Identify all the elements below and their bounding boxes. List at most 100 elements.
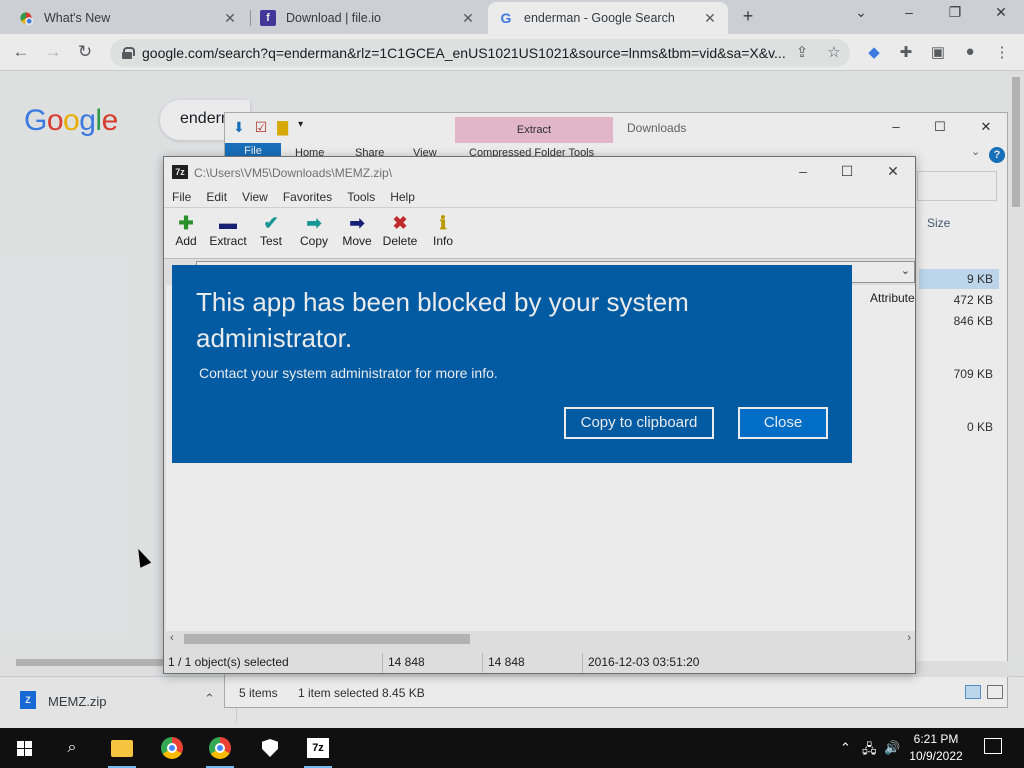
column-header-attributes[interactable]: Attribute <box>870 291 915 305</box>
chevron-down-icon[interactable]: ⌄ <box>901 264 910 277</box>
explorer-status-bar: 5 items 1 item selected 8.45 KB <box>225 679 1007 707</box>
file-size-cell[interactable]: 472 KB <box>919 290 999 310</box>
chevron-up-icon[interactable]: ⌃ <box>204 691 215 707</box>
network-icon[interactable]: 🖧 <box>862 740 877 762</box>
scrollbar-thumb[interactable] <box>184 634 470 644</box>
explorer-search-box[interactable] <box>917 171 997 201</box>
tool-label: Move <box>342 234 372 248</box>
qa-dropdown-icon[interactable]: ▾ <box>298 119 303 136</box>
sevenzip-horizontal-scrollbar[interactable]: ‹ › <box>166 631 915 647</box>
move-button[interactable]: ➡ Move <box>335 212 379 248</box>
extensions-puzzle-icon[interactable]: ✚ <box>896 43 916 61</box>
new-tab-button[interactable]: + <box>738 6 758 27</box>
close-button[interactable]: Close <box>738 407 828 439</box>
address-bar[interactable]: google.com/search?q=enderman&rlz=1C1GCEA… <box>110 39 850 67</box>
tab-close-icon[interactable]: ✕ <box>222 10 238 27</box>
browser-toolbar: ← → ↻ google.com/search?q=enderman&rlz=1… <box>0 34 1024 71</box>
forward-arrow-icon[interactable]: → <box>42 42 64 62</box>
reload-icon[interactable]: ↻ <box>74 42 96 62</box>
scroll-right-icon[interactable]: › <box>907 632 911 644</box>
menu-help[interactable]: Help <box>390 190 415 204</box>
tab-whats-new[interactable]: What's New ✕ <box>8 2 248 34</box>
extract-context-tab[interactable]: Extract <box>455 117 613 143</box>
windows-taskbar: ⌕ 7z ⌃ 🖧 🔊 6:21 PM 10/9/2022 <box>0 728 1024 768</box>
large-icons-view-icon[interactable] <box>987 685 1003 699</box>
tab-close-icon[interactable]: ✕ <box>460 10 476 27</box>
show-hidden-icons-icon[interactable]: ⌃ <box>840 740 851 756</box>
chrome-icon <box>161 737 183 759</box>
tab-fileio[interactable]: f Download | file.io ✕ <box>250 2 486 34</box>
start-button[interactable] <box>0 728 48 768</box>
close-window-button[interactable]: ✕ <box>971 119 1001 135</box>
delete-button[interactable]: ✖ Delete <box>378 212 422 248</box>
google-logo[interactable]: Google <box>24 104 118 138</box>
side-panel-icon[interactable]: ▣ <box>928 43 948 61</box>
sevenzip-status-bar: 1 / 1 object(s) selected 14 848 14 848 2… <box>164 653 915 673</box>
tab-search-icon[interactable]: ⌄ <box>846 4 876 21</box>
share-icon[interactable]: ⇪ <box>792 43 812 61</box>
test-checkmark-icon: ✔ <box>263 213 279 233</box>
sevenzip-menubar: File Edit View Favorites Tools Help <box>164 187 915 207</box>
tab-close-icon[interactable]: ✕ <box>702 10 718 27</box>
notification-center-icon[interactable] <box>984 738 1002 754</box>
copy-to-clipboard-button[interactable]: Copy to clipboard <box>564 407 714 439</box>
status-modified: 2016-12-03 03:51:20 <box>588 655 700 669</box>
profile-avatar-icon[interactable]: ● <box>960 43 980 60</box>
tab-title: Download | file.io <box>286 11 381 25</box>
file-size-cell[interactable]: 9 KB <box>919 269 999 289</box>
back-arrow-icon[interactable]: ← <box>10 42 32 62</box>
taskbar-chrome[interactable] <box>148 728 196 768</box>
clock-time: 6:21 PM <box>913 732 959 746</box>
google-icon: G <box>500 10 512 26</box>
download-item-name[interactable]: MEMZ.zip <box>48 694 107 709</box>
maximize-button[interactable]: ☐ <box>925 119 955 135</box>
details-view-icon[interactable] <box>965 685 981 699</box>
extension-icon[interactable]: ◆ <box>864 43 884 61</box>
scrollbar-thumb[interactable] <box>16 659 166 666</box>
add-button[interactable]: ✚ Add <box>164 212 208 248</box>
minimize-button[interactable]: – <box>894 4 924 20</box>
menu-favorites[interactable]: Favorites <box>283 190 332 204</box>
menu-edit[interactable]: Edit <box>206 190 227 204</box>
scroll-left-icon[interactable]: ‹ <box>170 632 174 644</box>
maximize-button[interactable]: ☐ <box>830 163 864 180</box>
download-arrow-icon[interactable]: ⬇ <box>233 119 245 136</box>
close-window-button[interactable]: ✕ <box>986 4 1016 21</box>
close-window-button[interactable]: ✕ <box>876 163 910 180</box>
ribbon-expand-icon[interactable]: ⌄ <box>971 145 980 158</box>
tool-label: Test <box>259 234 282 248</box>
column-header-size[interactable]: Size <box>927 216 950 230</box>
menu-kebab-icon[interactable]: ⋮ <box>992 43 1012 61</box>
scrollbar-thumb[interactable] <box>1012 77 1020 207</box>
logo-letter: g <box>79 104 96 137</box>
taskbar-7zip[interactable]: 7z <box>294 728 342 768</box>
extract-button[interactable]: ▬ Extract <box>206 212 250 248</box>
taskbar-security[interactable] <box>246 728 294 768</box>
minimize-button[interactable]: – <box>786 163 820 179</box>
menu-tools[interactable]: Tools <box>347 190 375 204</box>
divider <box>482 653 483 673</box>
search-icon[interactable]: ⌕ <box>48 728 96 768</box>
chrome-icon <box>18 10 34 26</box>
restore-button[interactable]: ❐ <box>940 4 970 21</box>
page-scrollbar[interactable] <box>1008 71 1024 656</box>
bookmark-star-icon[interactable]: ☆ <box>824 43 844 61</box>
help-icon[interactable]: ? <box>989 147 1005 163</box>
logo-letter: G <box>24 104 47 137</box>
taskbar-file-explorer[interactable] <box>98 728 146 768</box>
file-size-cell[interactable]: 709 KB <box>919 364 999 384</box>
tab-google-search[interactable]: G enderman - Google Search ✕ <box>488 2 728 34</box>
copy-button[interactable]: ➡ Copy <box>292 212 336 248</box>
minimize-button[interactable]: – <box>881 119 911 134</box>
taskbar-chrome-open[interactable] <box>196 728 244 768</box>
file-size-cell[interactable]: 0 KB <box>919 417 999 437</box>
menu-file[interactable]: File <box>172 190 191 204</box>
taskbar-clock[interactable]: 6:21 PM 10/9/2022 <box>896 731 976 765</box>
menu-view[interactable]: View <box>242 190 268 204</box>
test-button[interactable]: ✔ Test <box>249 212 293 248</box>
folder-icon[interactable]: ▇ <box>277 119 288 136</box>
info-button[interactable]: ℹ Info <box>421 212 465 248</box>
file-size-cell[interactable]: 846 KB <box>919 311 999 331</box>
properties-icon[interactable]: ☑ <box>255 119 268 136</box>
tab-title: enderman - Google Search <box>524 11 675 25</box>
